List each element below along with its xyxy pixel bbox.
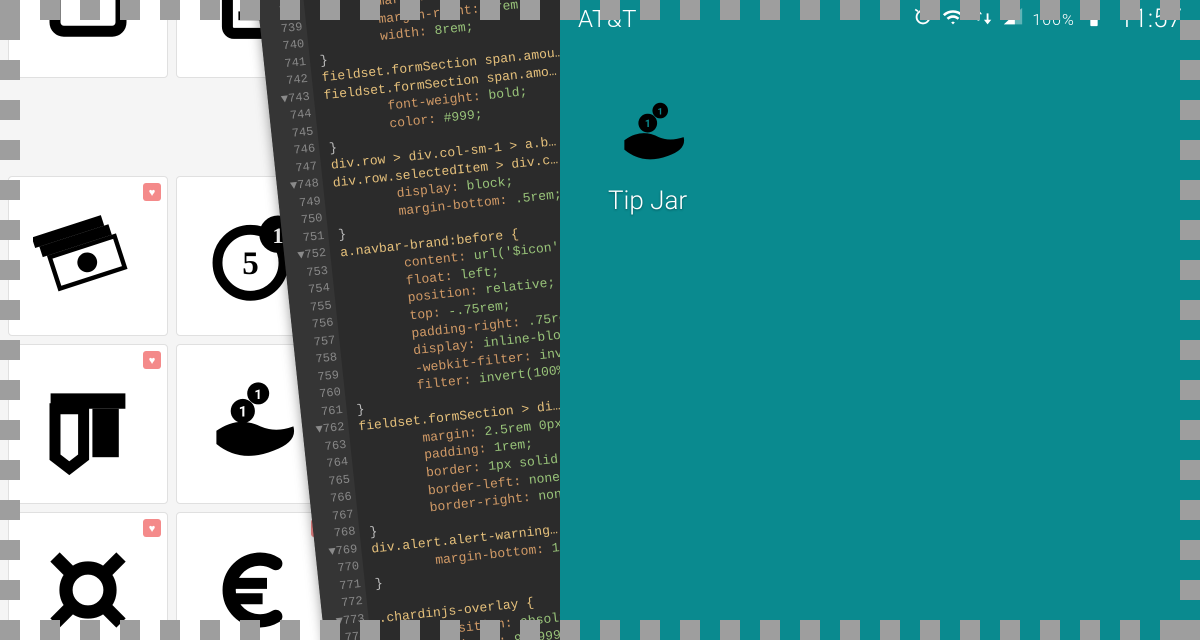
app-shortcut-label: Tip Jar — [608, 186, 687, 216]
battery-icon — [1083, 6, 1105, 33]
icon-tile[interactable]: ♥ — [8, 176, 168, 336]
svg-text:1: 1 — [239, 405, 247, 421]
favorite-badge[interactable]: ♥ — [143, 351, 161, 369]
tip-jar-app-icon: 1 1 — [615, 95, 693, 177]
tip-hand-coins-icon: 1 1 — [201, 367, 311, 481]
cash-stack-icon — [33, 199, 143, 313]
status-bar: AT&T 100% 11:57 — [560, 0, 1200, 38]
icon-tile[interactable]: ♥ — [8, 512, 168, 640]
favorite-badge[interactable]: ♥ — [143, 183, 161, 201]
phone-homescreen: AT&T 100% 11:57 1 1 Tip Jar — [560, 0, 1200, 640]
wifi-icon — [942, 6, 964, 33]
app-shortcut[interactable]: 1 1 — [608, 90, 700, 182]
favorite-badge[interactable]: ♥ — [143, 519, 161, 537]
building-icon — [33, 0, 143, 55]
data-updown-icon — [972, 6, 994, 33]
icon-tile[interactable]: ♥ — [176, 512, 336, 640]
alarm-icon — [912, 6, 934, 33]
svg-text:1: 1 — [645, 119, 651, 130]
icon-tile[interactable]: ♥ — [8, 344, 168, 504]
signal-icon — [1002, 6, 1024, 33]
carrier-label: AT&T — [578, 5, 637, 33]
card-insert-icon — [33, 367, 143, 481]
svg-text:5: 5 — [242, 246, 259, 282]
icon-tile[interactable] — [8, 0, 168, 78]
currency-generic-icon — [33, 535, 143, 640]
svg-text:1: 1 — [658, 107, 663, 118]
svg-text:1: 1 — [254, 388, 262, 403]
euro-icon — [201, 535, 311, 640]
clock-label: 11:57 — [1119, 4, 1182, 34]
battery-percent: 100% — [1032, 10, 1074, 29]
status-icons: 100% 11:57 — [912, 4, 1182, 34]
